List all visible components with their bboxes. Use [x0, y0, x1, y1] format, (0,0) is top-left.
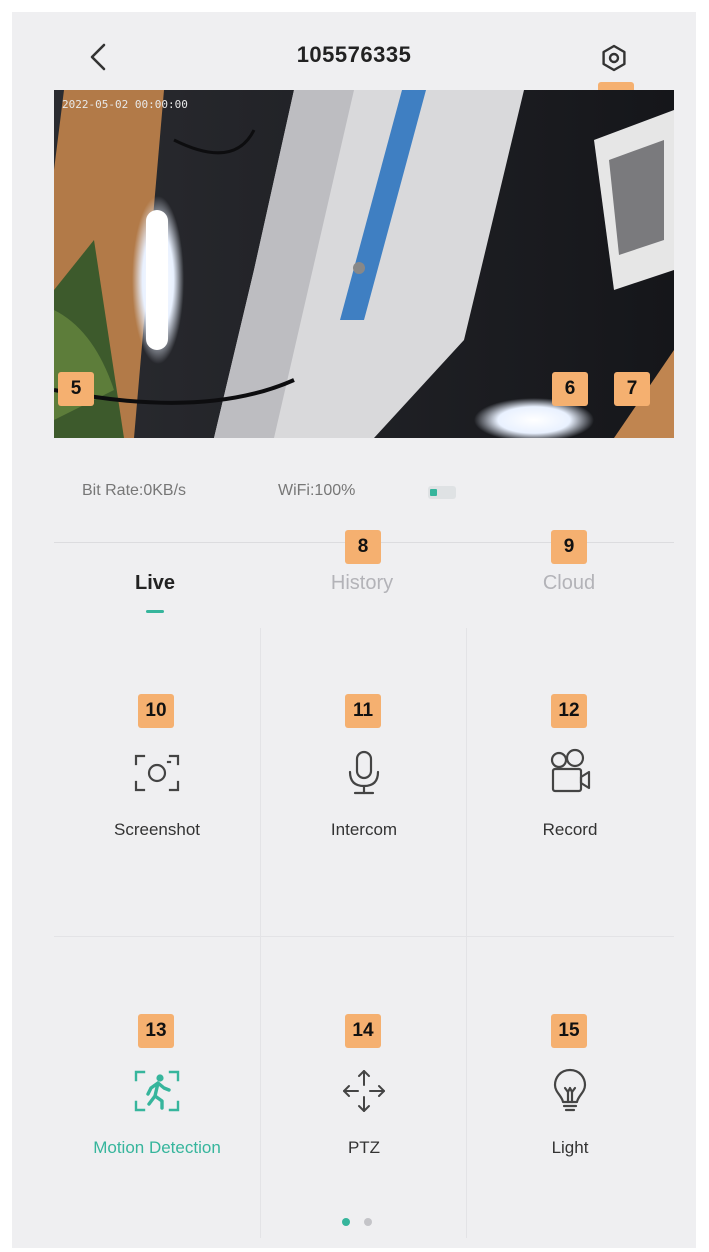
video-camera-icon: [550, 748, 591, 793]
tab-history[interactable]: History: [292, 572, 432, 595]
grid-divider: [54, 936, 674, 937]
function-grid: 10 Screenshot 11 Intercom 12 Record 13 M…: [54, 618, 674, 1248]
signal-indicator-fill: [430, 489, 437, 496]
screenshot-button[interactable]: 10 Screenshot: [54, 618, 260, 928]
device-live-screen: 105576335 4: [12, 12, 696, 1248]
light-button[interactable]: 15 Light: [467, 938, 673, 1248]
tab-live[interactable]: Live: [85, 572, 225, 595]
light-bulb-icon: [553, 1068, 587, 1112]
callout-badge-12: 12: [551, 694, 587, 728]
move-arrows-icon: [343, 1070, 385, 1112]
microphone-icon: [348, 750, 380, 795]
page-dot[interactable]: [364, 1218, 372, 1226]
record-button[interactable]: 12 Record: [467, 618, 673, 928]
callout-badge-13: 13: [138, 1014, 174, 1048]
callout-badge-15: 15: [551, 1014, 587, 1048]
callout-badge-14: 14: [345, 1014, 381, 1048]
device-title: 105576335: [296, 42, 412, 67]
settings-gear-icon[interactable]: [600, 44, 628, 72]
callout-badge-7: 7: [614, 372, 650, 406]
callout-badge-9: 9: [551, 530, 587, 564]
ptz-label: PTZ: [347, 1138, 381, 1157]
screenshot-icon: [134, 754, 180, 792]
active-tab-indicator: [146, 610, 164, 613]
screenshot-label: Screenshot: [114, 820, 200, 839]
callout-badge-11: 11: [345, 694, 381, 728]
light-label: Light: [551, 1138, 589, 1157]
intercom-button[interactable]: 11 Intercom: [261, 618, 467, 928]
callout-badge-8: 8: [345, 530, 381, 564]
callout-badge-6: 6: [552, 372, 588, 406]
intercom-label: Intercom: [330, 820, 398, 839]
header-bar: 105576335 4: [12, 12, 696, 116]
wifi-text: WiFi:100%: [278, 482, 356, 499]
page-dot-active[interactable]: [342, 1218, 350, 1226]
bitrate-text: Bit Rate:0KB/s: [82, 482, 187, 499]
motion-detection-label: Motion Detection: [93, 1138, 221, 1157]
motion-detection-button[interactable]: 13 Motion Detection: [54, 938, 260, 1248]
motion-detection-icon: [134, 1070, 180, 1112]
tab-cloud[interactable]: Cloud: [499, 572, 639, 595]
callout-badge-10: 10: [138, 694, 174, 728]
signal-indicator-icon: [428, 486, 456, 499]
ptz-button[interactable]: 14 PTZ: [261, 938, 467, 1248]
callout-badge-5: 5: [58, 372, 94, 406]
record-label: Record: [542, 820, 598, 839]
video-timestamp: 2022-05-02 00:00:00: [62, 98, 188, 111]
